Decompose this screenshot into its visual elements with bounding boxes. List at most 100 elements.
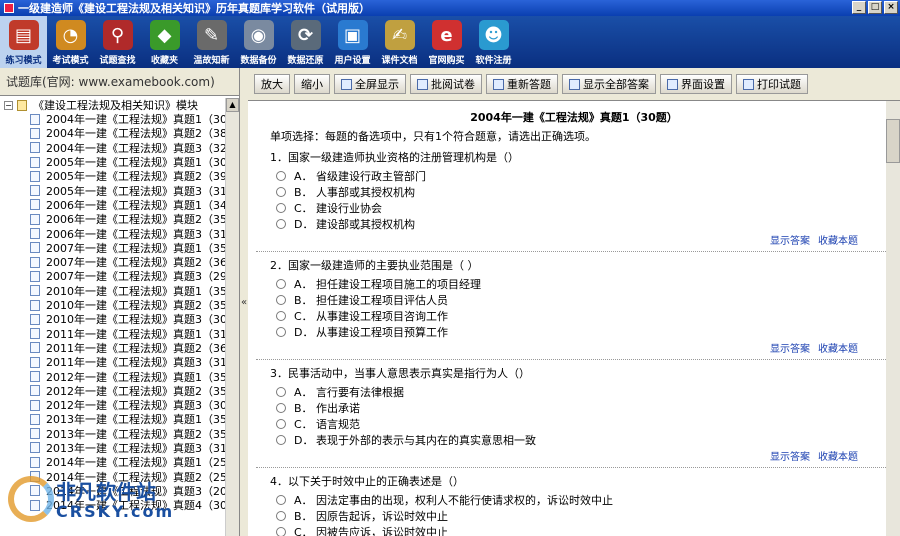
toolbar-item-label: 温故知新: [193, 56, 230, 66]
favorite-link[interactable]: 收藏本题: [818, 452, 858, 463]
radio-button[interactable]: [276, 495, 286, 505]
radio-button[interactable]: [276, 219, 286, 229]
collapse-icon[interactable]: −: [4, 100, 13, 110]
answer-option[interactable]: A． 担任建设工程项目施工的项目经理: [270, 276, 900, 292]
restart-button[interactable]: 重新答题: [486, 74, 558, 94]
toolbar-item-8[interactable]: ✍ 课件文档: [376, 16, 423, 68]
watermark-logo-icon: [8, 476, 54, 522]
tree-item[interactable]: 2005年一建《工程法规》真题3（31题）: [4, 183, 226, 198]
option-text: 因被告应诉，诉讼时效中止: [316, 526, 448, 536]
grade-paper-button[interactable]: 批阅试卷: [410, 74, 482, 94]
answer-option[interactable]: C． 建设行业协会: [270, 200, 900, 216]
tree-item[interactable]: 2011年一建《工程法规》真题3（31题）: [4, 355, 226, 369]
toolbar-item-1[interactable]: ◔ 考试模式: [47, 16, 94, 68]
answer-option[interactable]: D． 从事建设工程项目预算工作: [270, 324, 900, 340]
answer-option[interactable]: A． 言行要有法律根据: [270, 384, 900, 400]
content-scrollbar[interactable]: [886, 101, 900, 536]
radio-button[interactable]: [276, 511, 286, 521]
toolbar-item-4[interactable]: ✎ 温故知新: [188, 16, 235, 68]
panel-splitter[interactable]: «: [240, 68, 248, 536]
toolbar-item-5[interactable]: ◉ 数据备份: [235, 16, 282, 68]
tree-scrollbar[interactable]: ▲: [225, 98, 239, 536]
maximize-button[interactable]: □: [868, 1, 882, 14]
tree-item[interactable]: 2014年一建《工程法规》真题1（25题）: [4, 455, 226, 469]
tree-item[interactable]: 2010年一建《工程法规》真题1（35题）: [4, 284, 226, 298]
toolbar-item-9[interactable]: e 官网购买: [423, 16, 470, 68]
tree-item[interactable]: 2011年一建《工程法规》真题2（36题）: [4, 341, 226, 355]
tree-item[interactable]: 2012年一建《工程法规》真题3（30题）: [4, 398, 226, 412]
radio-button[interactable]: [276, 387, 286, 397]
collapse-left-icon[interactable]: «: [241, 297, 247, 308]
radio-button[interactable]: [276, 295, 286, 305]
answer-option[interactable]: B． 担任建设工程项目评估人员: [270, 292, 900, 308]
close-button[interactable]: ×: [884, 1, 898, 14]
toolbar-item-0[interactable]: ▤ 练习模式: [0, 16, 47, 68]
tree-item[interactable]: 2007年一建《工程法规》真题2（36题）: [4, 255, 226, 269]
tree-item[interactable]: 2004年一建《工程法规》真题2（38题）: [4, 126, 226, 140]
tree-item[interactable]: 2005年一建《工程法规》真题2（39题）: [4, 169, 226, 183]
radio-button[interactable]: [276, 435, 286, 445]
toolbar-item-3[interactable]: ◆ 收藏夹: [141, 16, 188, 68]
ui-settings-button[interactable]: 界面设置: [660, 74, 732, 94]
show-answer-link[interactable]: 显示答案: [770, 452, 810, 463]
show-all-answers-button[interactable]: 显示全部答案: [562, 74, 656, 94]
tree-item[interactable]: 2004年一建《工程法规》真题1（30题）: [4, 112, 226, 126]
watermark-line2: CRSKY.com: [56, 502, 175, 521]
tree-item[interactable]: 2013年一建《工程法规》真题1（35题）: [4, 412, 226, 426]
tree-item[interactable]: 2005年一建《工程法规》真题1（30题）: [4, 155, 226, 169]
tree-item[interactable]: 2012年一建《工程法规》真题1（35题）: [4, 369, 226, 384]
answer-option[interactable]: C． 语言规范: [270, 416, 900, 432]
tree-item[interactable]: 2007年一建《工程法规》真题3（29题）: [4, 269, 226, 283]
radio-button[interactable]: [276, 327, 286, 337]
toolbar-item-2[interactable]: ⚲ 试题查找: [94, 16, 141, 68]
toolbar-item-6[interactable]: ⟳ 数据还原: [282, 16, 329, 68]
minimize-button[interactable]: _: [852, 1, 866, 14]
answer-option[interactable]: D． 表现于外部的表示与其内在的真实意思相一致: [270, 432, 900, 448]
favorite-link[interactable]: 收藏本题: [818, 344, 858, 355]
radio-button[interactable]: [276, 527, 286, 536]
question-text: 2．国家一级建造师的主要执业范围是（ ）: [270, 259, 479, 272]
toolbar-item-7[interactable]: ▣ 用户设置: [329, 16, 376, 68]
radio-button[interactable]: [276, 171, 286, 181]
answer-option[interactable]: A． 因法定事由的出现，权利人不能行使请求权的，诉讼时效中止: [270, 492, 900, 508]
tree-item[interactable]: 2010年一建《工程法规》真题2（35题）: [4, 298, 226, 312]
radio-button[interactable]: [276, 311, 286, 321]
tree-item[interactable]: 2007年一建《工程法规》真题1（35题）: [4, 241, 226, 255]
scroll-up-arrow[interactable]: ▲: [226, 98, 239, 112]
tree-item[interactable]: 2013年一建《工程法规》真题3（31题）: [4, 441, 226, 455]
answer-option[interactable]: C． 从事建设工程项目咨询工作: [270, 308, 900, 324]
tree-item[interactable]: 2012年一建《工程法规》真题2（35题）: [4, 384, 226, 398]
toolbar-item-10[interactable]: ☻ 软件注册: [470, 16, 517, 68]
fullscreen-button[interactable]: 全屏显示: [334, 74, 406, 94]
radio-button[interactable]: [276, 419, 286, 429]
toolbar-item-label: 软件注册: [475, 56, 512, 66]
show-answer-link[interactable]: 显示答案: [770, 236, 810, 247]
tree-item[interactable]: 2006年一建《工程法规》真题1（34题）: [4, 198, 226, 212]
tree-root[interactable]: − 《建设工程法规及相关知识》模块: [4, 98, 226, 112]
tree-item[interactable]: 2011年一建《工程法规》真题1（31题）: [4, 326, 226, 341]
answer-option[interactable]: B． 人事部或其授权机构: [270, 184, 900, 200]
tree-item[interactable]: 2010年一建《工程法规》真题3（30题）: [4, 312, 226, 326]
scroll-thumb[interactable]: [886, 119, 900, 163]
radio-button[interactable]: [276, 203, 286, 213]
radio-button[interactable]: [276, 403, 286, 413]
tree-item[interactable]: 2006年一建《工程法规》真题2（35题）: [4, 212, 226, 226]
document-icon: [30, 270, 40, 282]
option-text: 建设行业协会: [316, 202, 382, 215]
answer-option[interactable]: C． 因被告应诉，诉讼时效中止: [270, 524, 900, 536]
zoom-in-button[interactable]: 放大: [254, 74, 290, 94]
show-answer-link[interactable]: 显示答案: [770, 344, 810, 355]
answer-option[interactable]: A． 省级建设行政主管部门: [270, 168, 900, 184]
print-button[interactable]: 打印试题: [736, 74, 808, 94]
tree-item[interactable]: 2006年一建《工程法规》真题3（31题）: [4, 226, 226, 241]
toolbar-item-label: 试题查找: [99, 56, 136, 66]
tree-item[interactable]: 2013年一建《工程法规》真题2（35题）: [4, 427, 226, 441]
answer-option[interactable]: B． 因原告起诉，诉讼时效中止: [270, 508, 900, 524]
tree-item[interactable]: 2004年一建《工程法规》真题3（32题）: [4, 141, 226, 155]
answer-option[interactable]: D． 建设部或其授权机构: [270, 216, 900, 232]
radio-button[interactable]: [276, 279, 286, 289]
answer-option[interactable]: B． 作出承诺: [270, 400, 900, 416]
radio-button[interactable]: [276, 187, 286, 197]
favorite-link[interactable]: 收藏本题: [818, 236, 858, 247]
zoom-out-button[interactable]: 缩小: [294, 74, 330, 94]
